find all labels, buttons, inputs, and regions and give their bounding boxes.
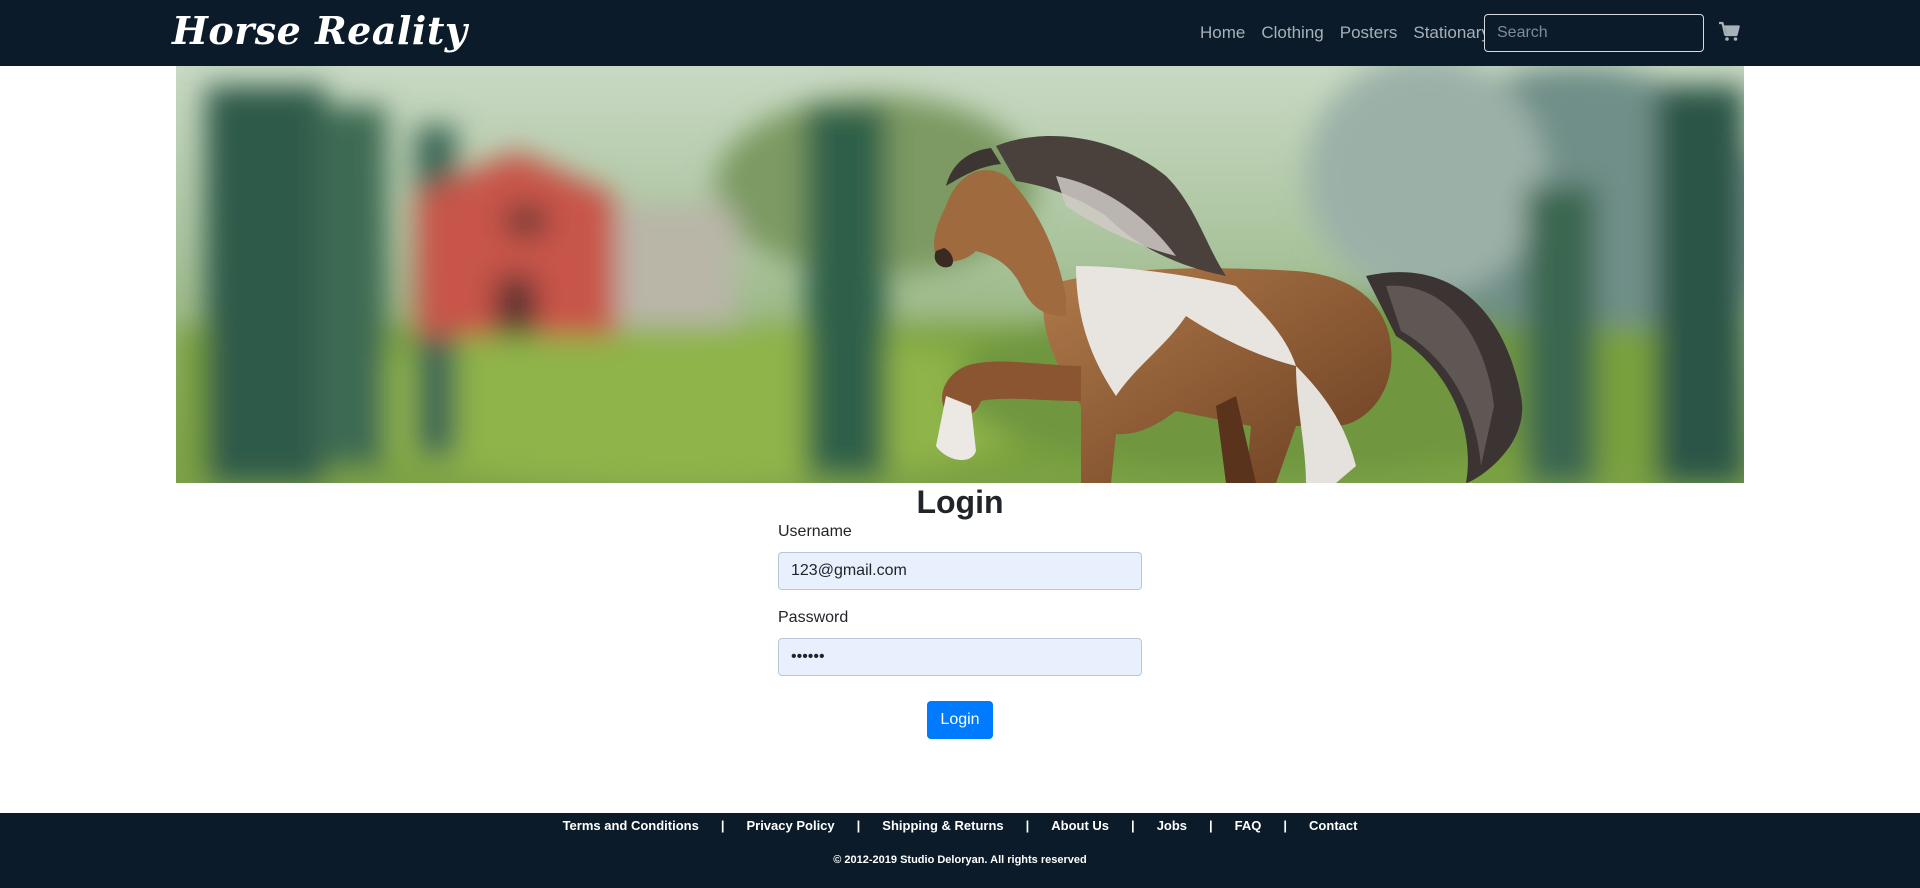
hero-horse-illustration	[176, 66, 1744, 483]
footer-link-jobs[interactable]: Jobs	[1149, 818, 1195, 833]
login-title: Login	[916, 484, 1004, 520]
footer-separator: |	[1283, 818, 1288, 833]
nav-link-home[interactable]: Home	[1192, 22, 1253, 44]
password-field[interactable]	[778, 638, 1142, 676]
nav-links: Home Clothing Posters Stationary	[1192, 22, 1498, 44]
footer: Terms and Conditions | Privacy Policy | …	[0, 813, 1920, 888]
footer-separator: |	[1025, 818, 1030, 833]
search-input[interactable]	[1484, 14, 1704, 52]
username-field[interactable]	[778, 552, 1142, 590]
shopping-cart-icon[interactable]	[1718, 20, 1742, 44]
login-button[interactable]: Login	[927, 701, 993, 739]
footer-link-about[interactable]: About Us	[1043, 818, 1117, 833]
copyright-text: © 2012-2019 Studio Deloryan. All rights …	[833, 854, 1087, 866]
navbar: Horse Reality Home Clothing Posters Stat…	[0, 0, 1920, 66]
footer-separator: |	[1209, 818, 1213, 833]
footer-separator: |	[856, 818, 861, 833]
username-label: Username	[778, 523, 852, 540]
nav-link-clothing[interactable]: Clothing	[1253, 22, 1331, 44]
brand-logo[interactable]: Horse Reality	[172, 8, 467, 53]
hero-banner	[176, 66, 1744, 483]
footer-link-faq[interactable]: FAQ	[1227, 818, 1270, 833]
nav-link-posters[interactable]: Posters	[1332, 22, 1406, 44]
footer-links: Terms and Conditions | Privacy Policy | …	[0, 818, 1920, 833]
footer-link-terms[interactable]: Terms and Conditions	[555, 818, 707, 833]
footer-link-privacy[interactable]: Privacy Policy	[738, 818, 842, 833]
footer-link-contact[interactable]: Contact	[1301, 818, 1365, 833]
footer-link-shipping[interactable]: Shipping & Returns	[874, 818, 1011, 833]
password-label: Password	[778, 609, 849, 626]
footer-separator: |	[1131, 818, 1135, 833]
footer-separator: |	[720, 818, 725, 833]
